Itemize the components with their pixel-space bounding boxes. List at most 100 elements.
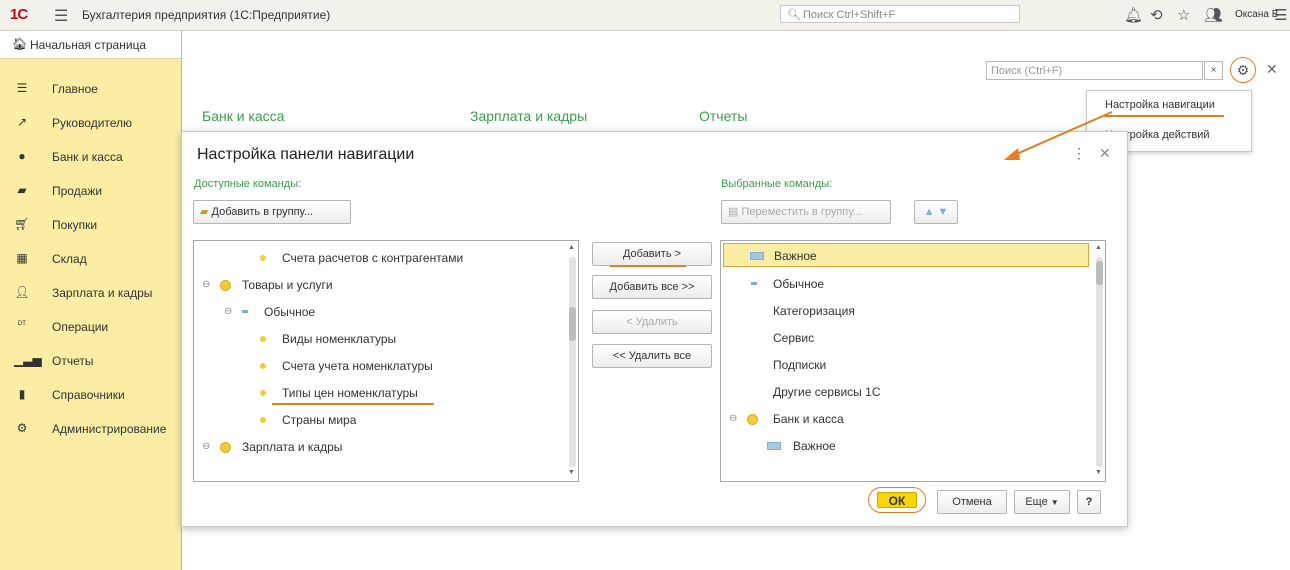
- close-icon[interactable]: ✕: [1266, 61, 1278, 78]
- sidebar-item-purchases[interactable]: 🛒︎ Покупки: [0, 210, 181, 240]
- list-item[interactable]: Страны мира: [194, 407, 564, 433]
- settings-gear-icon[interactable]: ⚙: [1230, 57, 1256, 83]
- sidebar-item-salary[interactable]: 👤︎ Зарплата и кадры: [0, 278, 181, 308]
- item-dot-icon: [260, 390, 266, 396]
- star-icon[interactable]: ☆: [1177, 6, 1190, 24]
- cancel-button[interactable]: Отмена: [937, 490, 1007, 514]
- important-group-icon: [750, 252, 764, 260]
- help-button[interactable]: ?: [1077, 490, 1101, 514]
- arrow-down-icon[interactable]: ▼: [938, 206, 949, 218]
- list-item[interactable]: Подписки: [721, 352, 1091, 378]
- scroll-up-icon[interactable]: ▲: [568, 244, 575, 251]
- list-item-label: Счета расчетов с контрагентами: [282, 251, 464, 265]
- selected-commands-list[interactable]: Важное Обычное Категоризация Сервис Подп…: [720, 240, 1106, 482]
- bar-chart-icon: ▁▃▅: [14, 353, 42, 367]
- home-label: Начальная страница: [30, 38, 147, 52]
- main-menu-icon[interactable]: ☰: [1274, 6, 1287, 24]
- section-reports[interactable]: Отчеты: [699, 108, 747, 124]
- remove-button[interactable]: < Удалить: [592, 310, 712, 334]
- sidebar-item-label: Покупки: [52, 218, 98, 232]
- sidebar-item-label: Справочники: [52, 388, 125, 402]
- list-item[interactable]: ⊖ Обычное: [194, 299, 564, 325]
- move-up-down-buttons[interactable]: ▲ ▼: [914, 200, 958, 224]
- group-dot-icon: [747, 414, 758, 425]
- list-item[interactable]: Обычное: [721, 271, 1091, 297]
- group-dot-icon: [220, 280, 231, 291]
- scrollbar-track[interactable]: [1096, 257, 1103, 467]
- bell-icon[interactable]: 🔔︎: [1124, 6, 1143, 24]
- scroll-up-icon[interactable]: ▲: [1095, 244, 1102, 251]
- list-item[interactable]: Другие сервисы 1С: [721, 379, 1091, 405]
- scrollbar-thumb[interactable]: [1096, 261, 1103, 285]
- list-item-label: Банк и касса: [773, 412, 844, 426]
- sidebar-item-sales[interactable]: ▰ Продажи: [0, 176, 181, 206]
- list-item[interactable]: ⊖ Банк и касса: [721, 406, 1091, 432]
- menu-item-navigation-settings[interactable]: Настройка навигации: [1105, 99, 1215, 111]
- section-bank[interactable]: Банк и касса: [202, 108, 284, 124]
- section-salary[interactable]: Зарплата и кадры: [470, 108, 587, 124]
- list-item-label: Важное: [774, 249, 817, 263]
- list-item-selected[interactable]: Важное: [723, 243, 1089, 267]
- list-item-label: Подписки: [773, 358, 827, 372]
- ok-button[interactable]: ОК: [868, 487, 926, 513]
- sidebar-item-label: Администрирование: [52, 422, 167, 436]
- collapse-icon[interactable]: ⊖: [202, 441, 210, 452]
- ok-button-label[interactable]: ОК: [877, 492, 917, 508]
- hamburger-menu-icon[interactable]: ☰: [54, 6, 68, 26]
- sidebar-item-bank[interactable]: ● Банк и касса: [0, 142, 181, 172]
- add-button[interactable]: Добавить >: [592, 242, 712, 266]
- add-to-group-button[interactable]: ▰ Добавить в группу...: [193, 200, 351, 224]
- scrollbar-track[interactable]: [569, 257, 576, 467]
- button-label: Переместить в группу...: [741, 206, 862, 218]
- collapse-icon[interactable]: ⊖: [729, 413, 737, 424]
- sidebar-item-manager[interactable]: ↗ Руководителю: [0, 108, 181, 138]
- collapse-icon[interactable]: ⊖: [202, 279, 210, 290]
- arrow-up-icon[interactable]: ▲: [924, 206, 935, 218]
- list-item[interactable]: Счета расчетов с контрагентами: [194, 245, 564, 271]
- list-item[interactable]: Сервис: [721, 325, 1091, 351]
- list-item-label: Обычное: [773, 277, 825, 291]
- list-item[interactable]: ⊖ Товары и услуги: [194, 272, 564, 298]
- remove-all-button[interactable]: << Удалить все: [592, 344, 712, 368]
- users-icon[interactable]: 👥︎: [1204, 6, 1223, 24]
- list-item[interactable]: Виды номенклатуры: [194, 326, 564, 352]
- list-item[interactable]: Категоризация: [721, 298, 1091, 324]
- sidebar-item-home[interactable]: 🏠︎ Начальная страница: [0, 31, 181, 59]
- add-all-button[interactable]: Добавить все >>: [592, 275, 712, 299]
- move-to-group-button[interactable]: ▤ Переместить в группу...: [721, 200, 891, 224]
- user-name[interactable]: Оксана В: [1235, 9, 1278, 20]
- sidebar-item-label: Склад: [52, 252, 87, 266]
- bag-icon: ▰: [17, 183, 27, 197]
- more-button[interactable]: Еще ▼: [1014, 490, 1070, 514]
- subgroup-icon: [242, 310, 248, 313]
- sidebar-item-operations[interactable]: ᴰᵀ Операции: [0, 312, 181, 342]
- item-dot-icon: [260, 363, 266, 369]
- collapse-icon[interactable]: ⊖: [224, 306, 232, 317]
- sidebar-item-main[interactable]: ☰ Главное: [0, 74, 181, 104]
- sidebar-item-references[interactable]: ▮ Справочники: [0, 380, 181, 410]
- app-title: Бухгалтерия предприятия (1С:Предприятие): [82, 8, 331, 22]
- scroll-down-icon[interactable]: ▼: [1095, 469, 1102, 476]
- scrollbar-thumb[interactable]: [569, 307, 576, 341]
- sidebar-item-warehouse[interactable]: ▦ Склад: [0, 244, 181, 274]
- list-item-label: Другие сервисы 1С: [773, 385, 881, 399]
- available-commands-list[interactable]: Счета расчетов с контрагентами ⊖ Товары …: [193, 240, 579, 482]
- available-commands-caption: Доступные команды:: [194, 178, 302, 190]
- main-search-input[interactable]: Поиск (Ctrl+F): [986, 61, 1203, 80]
- clear-search-button[interactable]: ×: [1204, 61, 1223, 80]
- global-search-input[interactable]: 🔍︎ Поиск Ctrl+Shift+F: [780, 5, 1020, 23]
- list-item[interactable]: ⊖ Зарплата и кадры: [194, 434, 564, 460]
- list-item-label: Товары и услуги: [242, 278, 333, 292]
- list-item[interactable]: Счета учета номенклатуры: [194, 353, 564, 379]
- sidebar-item-reports[interactable]: ▁▃▅ Отчеты: [0, 346, 181, 376]
- scroll-down-icon[interactable]: ▼: [568, 469, 575, 476]
- gear-icon: ⚙: [16, 421, 28, 435]
- title-bar: 1С ☰ Бухгалтерия предприятия (1С:Предпри…: [0, 0, 1290, 31]
- list-item-label: Категоризация: [773, 304, 855, 318]
- item-dot-icon: [260, 417, 266, 423]
- sidebar-item-administration[interactable]: ⚙ Администрирование: [0, 414, 181, 444]
- list-item[interactable]: Важное: [721, 433, 1091, 459]
- app-logo: 1С: [10, 6, 28, 23]
- coin-icon: ●: [18, 149, 26, 163]
- history-icon[interactable]: ⟲: [1150, 6, 1163, 24]
